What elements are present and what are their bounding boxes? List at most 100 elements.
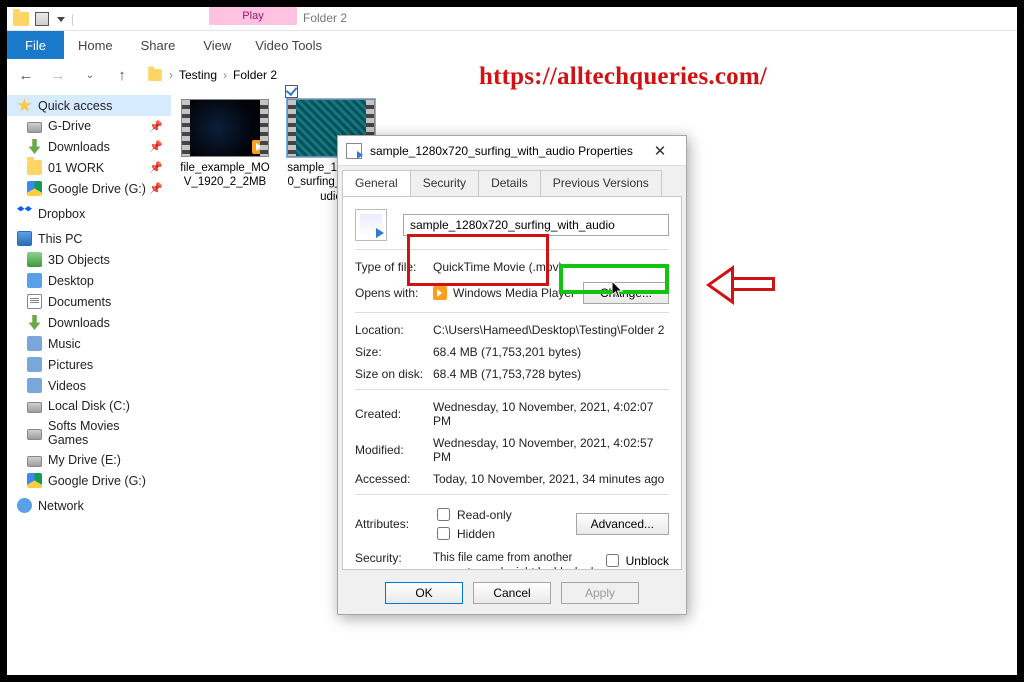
pc-icon [17, 231, 32, 246]
chevron-right-icon: › [223, 68, 227, 82]
value-type: QuickTime Movie (.mov) [433, 260, 669, 274]
close-button[interactable]: ✕ [642, 137, 678, 165]
sidebar-item-videos[interactable]: Videos [7, 375, 171, 396]
value-size: 68.4 MB (71,753,201 bytes) [433, 345, 669, 359]
window-titlebar: | [7, 7, 1017, 31]
navigation-pane: Quick access G-Drive 📌 Downloads 📌 01 WO… [7, 91, 171, 675]
breadcrumb[interactable]: › Testing › Folder 2 [143, 68, 277, 82]
sidebar-label: G-Drive [48, 119, 91, 133]
tab-security[interactable]: Security [410, 170, 479, 196]
sidebar-item-googledrive-g[interactable]: Google Drive (G:) [7, 470, 171, 491]
value-modified: Wednesday, 10 November, 2021, 4:02:57 PM [433, 436, 669, 464]
file-name: file_example_MOV_1920_2_2MB [179, 161, 271, 190]
breadcrumb-level-2[interactable]: Folder 2 [233, 68, 277, 82]
sidebar-item-mydrive-e[interactable]: My Drive (E:) [7, 450, 171, 470]
sidebar-this-pc[interactable]: This PC [7, 228, 171, 249]
folder-icon [13, 12, 29, 26]
advanced-button[interactable]: Advanced... [576, 513, 669, 535]
filename-input[interactable] [403, 214, 669, 236]
label-attributes: Attributes: [355, 517, 433, 531]
sidebar-item-documents[interactable]: Documents [7, 291, 171, 312]
change-button[interactable]: Change... [583, 282, 669, 304]
cancel-button[interactable]: Cancel [473, 582, 551, 604]
sidebar-label: Downloads [48, 140, 110, 154]
sidebar-label: 3D Objects [48, 253, 110, 267]
divider [355, 494, 669, 495]
sidebar-item-3d[interactable]: 3D Objects [7, 249, 171, 270]
sidebar-item-local-c[interactable]: Local Disk (C:) [7, 396, 171, 416]
recent-dropdown-icon[interactable]: ⌄ [79, 64, 101, 86]
download-icon [27, 139, 42, 154]
video-tools-tab[interactable]: Video Tools [245, 31, 332, 59]
forward-button[interactable]: → [47, 64, 69, 86]
sidebar-label: Dropbox [38, 207, 85, 221]
home-tab[interactable]: Home [64, 31, 127, 59]
up-button[interactable] [111, 64, 133, 86]
pictures-icon [27, 357, 42, 372]
download-icon [27, 315, 42, 330]
context-tab-play[interactable]: Play [209, 7, 297, 25]
sidebar-network[interactable]: Network [7, 495, 171, 516]
file-tab[interactable]: File [7, 31, 64, 59]
sidebar-label: My Drive (E:) [48, 453, 121, 467]
sidebar-dropbox[interactable]: Dropbox [7, 203, 171, 224]
dialog-titlebar[interactable]: sample_1280x720_surfing_with_audio Prope… [338, 136, 686, 166]
dropbox-icon [17, 206, 32, 221]
google-drive-icon [27, 473, 42, 488]
folder-icon [27, 160, 42, 175]
qat-dropdown-icon[interactable] [57, 15, 65, 23]
tab-general[interactable]: General [342, 170, 411, 196]
view-tab[interactable]: View [189, 31, 245, 59]
pin-icon: 📌 [149, 140, 163, 153]
sidebar-item-pictures[interactable]: Pictures [7, 354, 171, 375]
star-icon [17, 98, 32, 113]
objects-icon [27, 252, 42, 267]
label-location: Location: [355, 323, 433, 337]
label-accessed: Accessed: [355, 472, 433, 486]
google-drive-icon [27, 181, 42, 196]
label-sizedisk: Size on disk: [355, 367, 433, 381]
sidebar-item-downloads-pc[interactable]: Downloads [7, 312, 171, 333]
sidebar-label: This PC [38, 232, 82, 246]
tab-previous-versions[interactable]: Previous Versions [540, 170, 662, 196]
ok-button[interactable]: OK [385, 582, 463, 604]
desktop-icon [27, 273, 42, 288]
title-separator: | [71, 12, 74, 26]
hidden-checkbox[interactable]: Hidden [433, 524, 495, 543]
breadcrumb-level-1[interactable]: Testing [179, 68, 217, 82]
videos-icon [27, 378, 42, 393]
value-sizedisk: 68.4 MB (71,753,728 bytes) [433, 367, 669, 381]
sidebar-item-desktop[interactable]: Desktop [7, 270, 171, 291]
divider [355, 249, 669, 250]
sidebar-label: Google Drive (G:) [48, 474, 146, 488]
sidebar-quick-access[interactable]: Quick access [7, 95, 171, 116]
sidebar-item-downloads[interactable]: Downloads 📌 [7, 136, 171, 157]
folder-icon [148, 69, 162, 81]
apply-button[interactable]: Apply [561, 582, 639, 604]
sidebar-item-gdrive[interactable]: G-Drive 📌 [7, 116, 171, 136]
file-item[interactable]: file_example_MOV_1920_2_2MB [179, 99, 271, 203]
drive-icon [27, 122, 42, 133]
sidebar-item-music[interactable]: Music [7, 333, 171, 354]
pin-icon: 📌 [149, 161, 163, 174]
selection-check-icon[interactable] [285, 85, 298, 98]
dialog-title: sample_1280x720_surfing_with_audio Prope… [370, 144, 633, 158]
pin-icon: 📌 [149, 120, 163, 133]
label-opens: Opens with: [355, 286, 433, 300]
save-icon[interactable] [35, 12, 49, 26]
readonly-checkbox[interactable]: Read-only [433, 505, 512, 524]
sidebar-item-googledrive[interactable]: Google Drive (G:) 📌 [7, 178, 171, 199]
label-security: Security: [355, 551, 433, 565]
sidebar-item-softs[interactable]: Softs Movies Games [7, 416, 171, 450]
drive-icon [27, 402, 42, 413]
file-type-icon [355, 209, 387, 241]
unblock-checkbox[interactable]: Unblock [602, 551, 669, 570]
tab-details[interactable]: Details [478, 170, 541, 196]
value-location: C:\Users\Hameed\Desktop\Testing\Folder 2 [433, 323, 669, 337]
share-tab[interactable]: Share [127, 31, 190, 59]
value-created: Wednesday, 10 November, 2021, 4:02:07 PM [433, 400, 669, 428]
back-button[interactable]: ← [15, 64, 37, 86]
label-size: Size: [355, 345, 433, 359]
sidebar-item-work[interactable]: 01 WORK 📌 [7, 157, 171, 178]
ribbon: File Home Share View Video Tools [7, 31, 1017, 59]
